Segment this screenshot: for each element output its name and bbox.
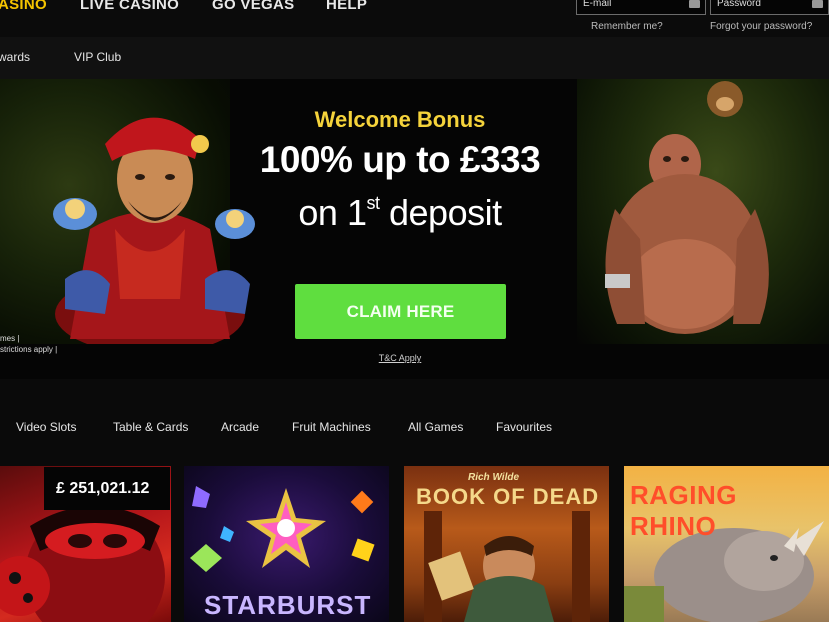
- offer-line2-suffix: deposit: [379, 192, 502, 233]
- bonus-offer-line-2: on 1st deposit: [230, 192, 570, 234]
- email-icon: [689, 0, 700, 8]
- offer-line2-ordinal: st: [366, 193, 380, 213]
- password-placeholder: Password: [717, 0, 761, 9]
- subnav-rewards[interactable]: wards: [0, 50, 30, 64]
- key-icon: [812, 0, 823, 8]
- jackpot-amount: £ 251,021.12: [44, 467, 170, 510]
- welcome-banner[interactable]: mes | strictions apply | Welcome Bonus 1…: [0, 79, 829, 379]
- subnav-vip-club[interactable]: VIP Club: [74, 50, 121, 64]
- game-tile-raging-rhino[interactable]: RAGING RHINO: [624, 466, 829, 622]
- nav-live-casino[interactable]: LIVE CASINO: [80, 0, 179, 13]
- email-field[interactable]: E-mail: [576, 0, 706, 15]
- book-of-dead-title: BOOK OF DEAD: [416, 484, 600, 509]
- terms-apply-link[interactable]: T&C Apply: [230, 353, 570, 363]
- nav-help[interactable]: HELP: [326, 0, 367, 13]
- tab-arcade[interactable]: Arcade: [221, 420, 259, 434]
- game-tile-book-of-dead[interactable]: Rich Wilde BOOK OF DEAD: [404, 466, 609, 622]
- claim-here-button[interactable]: CLAIM HERE: [295, 284, 506, 339]
- sub-navigation: wards VIP Club: [0, 37, 829, 79]
- forgot-password-link[interactable]: Forgot your password?: [710, 21, 812, 32]
- fineprint-line-2: strictions apply |: [0, 345, 58, 354]
- game-category-tabs: Video Slots Table & Cards Arcade Fruit M…: [0, 379, 829, 464]
- tab-fruit-machines[interactable]: Fruit Machines: [292, 420, 371, 434]
- tab-video-slots[interactable]: Video Slots: [16, 420, 77, 434]
- email-placeholder: E-mail: [583, 0, 612, 9]
- tab-all-games[interactable]: All Games: [408, 420, 463, 434]
- welcome-bonus-heading: Welcome Bonus: [314, 107, 486, 132]
- tab-favourites[interactable]: Favourites: [496, 420, 552, 434]
- offer-line2-prefix: on 1: [298, 192, 367, 233]
- remember-me-checkbox[interactable]: Remember me?: [591, 21, 663, 32]
- starburst-title: STARBURST: [204, 590, 372, 620]
- top-navigation: ASINO LIVE CASINO GO VEGAS HELP E-mail P…: [0, 0, 829, 37]
- game-tile-starburst[interactable]: STARBURST: [184, 466, 389, 622]
- book-of-dead-subtitle: Rich Wilde: [468, 472, 520, 483]
- password-field[interactable]: Password: [710, 0, 829, 15]
- tab-table-cards[interactable]: Table & Cards: [113, 420, 188, 434]
- ogre-character-illustration: [605, 81, 769, 334]
- nav-casino[interactable]: ASINO: [0, 0, 47, 13]
- nav-go-vegas[interactable]: GO VEGAS: [212, 0, 294, 13]
- bonus-offer-line-1: 100% up to £333: [259, 139, 541, 180]
- fineprint-line-1: mes |: [0, 334, 20, 343]
- raging-rhino-title: RAGING RHINO: [630, 480, 737, 541]
